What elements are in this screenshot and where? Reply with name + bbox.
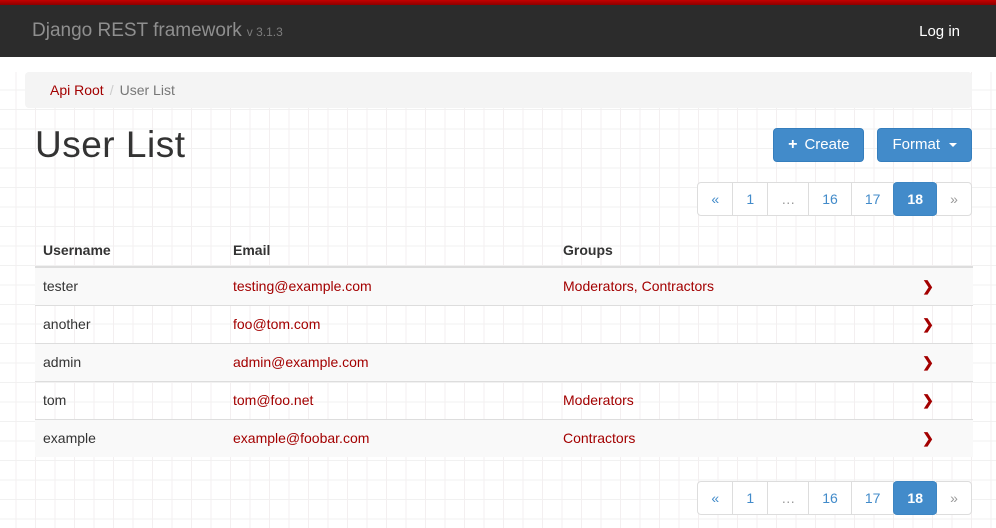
groups-link[interactable]: Contractors [563,430,635,446]
page-background: Api Root / User List User List + Create Fo… [0,72,996,528]
pagination-bottom: « 1 … 16 17 18 » [697,481,972,515]
breadcrumb-api-root-link[interactable]: Api Root [50,82,104,98]
pagination-top: « 1 … 16 17 18 » [697,182,972,216]
caret-down-icon [949,143,957,147]
email-link[interactable]: admin@example.com [233,354,369,370]
username-cell: example [35,420,225,458]
brand-title: Django REST framework [32,20,242,41]
email-link[interactable]: example@foobar.com [233,430,369,446]
header-groups: Groups [555,234,883,267]
pagination-page-16[interactable]: 16 [808,182,852,216]
chevron-right-icon[interactable]: ❯ [922,354,934,370]
table-row: another foo@tom.com ❯ [35,306,973,344]
table-row: tester testing@example.com Moderators, C… [35,267,973,306]
title-row: User List + Create Format [35,124,972,166]
header-email: Email [225,234,555,267]
chevron-right-icon[interactable]: ❯ [922,316,934,332]
toolbar: + Create Format [773,128,972,162]
page-title: User List [35,124,185,166]
header-detail [883,234,973,267]
brand-link[interactable]: Django REST framework v 3.1.3 [32,20,283,42]
pagination-page-1[interactable]: 1 [732,182,768,216]
create-button-label: Create [804,135,849,155]
navbar: Django REST framework v 3.1.3 Log in [0,5,996,57]
pagination-ellipsis: … [767,481,809,515]
version-label: v 3.1.3 [247,25,283,39]
pagination-prev-button[interactable]: « [697,182,733,216]
table-header-row: Username Email Groups [35,234,973,267]
pagination-top-row: « 1 … 16 17 18 » [0,182,972,216]
chevron-right-icon[interactable]: ❯ [922,278,934,294]
format-button-label: Format [892,135,940,155]
chevron-right-icon[interactable]: ❯ [922,430,934,446]
email-link[interactable]: foo@tom.com [233,316,320,332]
groups-link[interactable]: Moderators, Contractors [563,278,714,294]
breadcrumb: Api Root / User List [25,72,972,108]
email-link[interactable]: tom@foo.net [233,392,313,408]
pagination-next-button: » [936,481,972,515]
create-button[interactable]: + Create [773,128,864,162]
header-username: Username [35,234,225,267]
plus-icon: + [788,135,797,155]
pagination-page-16[interactable]: 16 [808,481,852,515]
pagination-page-18-active[interactable]: 18 [893,182,937,216]
table-row: tom tom@foo.net Moderators ❯ [35,382,973,420]
pagination-next-button: » [936,182,972,216]
username-cell: admin [35,344,225,382]
pagination-page-17[interactable]: 17 [851,481,895,515]
username-cell: tom [35,382,225,420]
chevron-right-icon[interactable]: ❯ [922,392,934,408]
email-link[interactable]: testing@example.com [233,278,372,294]
pagination-ellipsis: … [767,182,809,216]
table-row: example example@foobar.com Contractors ❯ [35,420,973,458]
format-dropdown-button[interactable]: Format [877,128,972,162]
breadcrumb-current: User List [120,82,175,98]
pagination-bottom-row: « 1 … 16 17 18 » [0,481,972,515]
username-cell: another [35,306,225,344]
login-link[interactable]: Log in [919,23,960,40]
user-table: Username Email Groups tester testing@exa… [35,234,973,457]
table-row: admin admin@example.com ❯ [35,344,973,382]
pagination-page-18-active[interactable]: 18 [893,481,937,515]
pagination-page-17[interactable]: 17 [851,182,895,216]
breadcrumb-separator: / [110,82,114,98]
pagination-prev-button[interactable]: « [697,481,733,515]
groups-link[interactable]: Moderators [563,392,634,408]
pagination-page-1[interactable]: 1 [732,481,768,515]
username-cell: tester [35,267,225,306]
